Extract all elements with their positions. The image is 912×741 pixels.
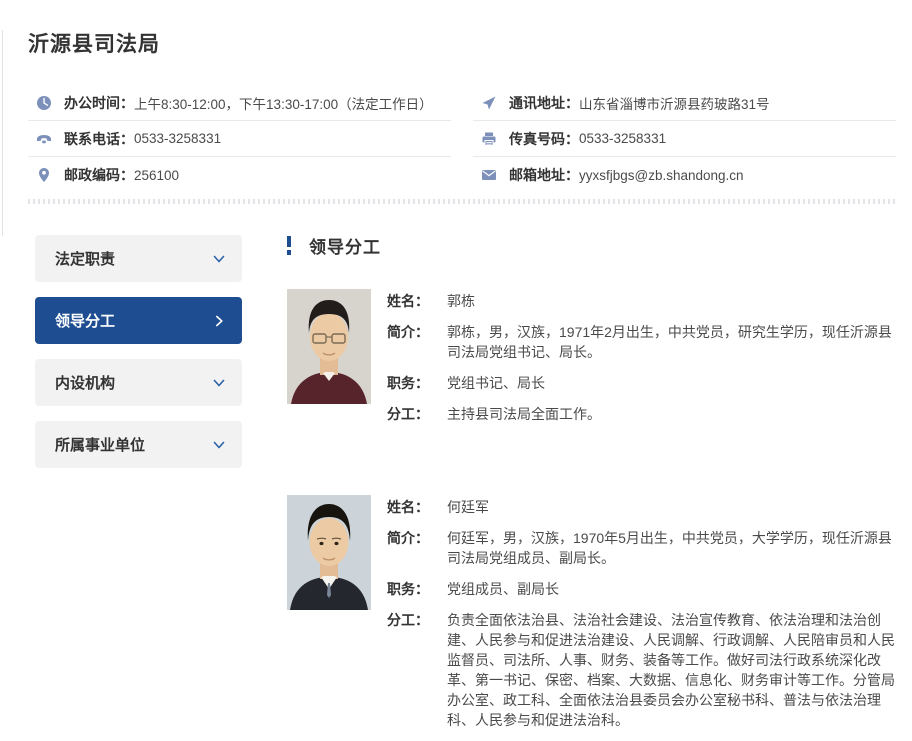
leader-card: 姓名： 郭栋 简介： 郭栋，男，汉族，1971年2月出生，中共党员，研究生学历，…: [287, 289, 896, 435]
leader-duty: 主持县司法局全面工作。: [447, 404, 601, 424]
page: 沂源县司法局 办公时间： 上午8:30-12:00，下午13:30-17:00（…: [0, 30, 912, 741]
contact-row-office-hours: 办公时间： 上午8:30-12:00，下午13:30-17:00（法定工作日）: [28, 85, 451, 121]
chevron-down-icon: [212, 376, 226, 390]
contact-label: 通讯地址：: [509, 93, 579, 113]
sidebar: 法定职责 领导分工 内设机构 所属事业单位: [35, 235, 242, 741]
fax-icon: [481, 131, 497, 147]
field-label-name: 姓名：: [387, 291, 447, 311]
phone-icon: [36, 131, 52, 147]
section-accent-bar: [287, 236, 291, 255]
contact-label: 邮政编码：: [64, 165, 134, 185]
sidebar-item-label: 内设机构: [55, 372, 115, 393]
field-label-bio: 简介：: [387, 322, 447, 362]
contact-value: 0533-3258331: [579, 131, 666, 146]
location-pin-icon: [36, 167, 52, 183]
clock-icon: [36, 95, 52, 111]
section-header: 领导分工: [287, 235, 896, 255]
page-left-border: [2, 30, 3, 236]
contact-value: yyxsfjbgs@zb.shandong.cn: [579, 168, 744, 183]
leader-fields: 姓名： 郭栋 简介： 郭栋，男，汉族，1971年2月出生，中共党员，研究生学历，…: [387, 289, 896, 435]
field-label-position: 职务：: [387, 373, 447, 393]
leader-duty: 负责全面依法治县、法治社会建设、法治宣传教育、依法治理和法治创建、人民参与和促进…: [447, 610, 896, 730]
leader-name: 何廷军: [447, 497, 489, 517]
section-title: 领导分工: [309, 233, 381, 258]
field-label-position: 职务：: [387, 579, 447, 599]
contact-value: 山东省淄博市沂源县药玻路31号: [579, 93, 770, 113]
dashed-divider: [28, 199, 896, 204]
leader-position: 党组成员、副局长: [447, 579, 559, 599]
contact-label: 办公时间：: [64, 93, 134, 113]
leader-name: 郭栋: [447, 291, 475, 311]
contact-value: 256100: [134, 168, 179, 183]
sidebar-item-affiliated-institutions[interactable]: 所属事业单位: [35, 421, 242, 468]
contact-label: 联系电话：: [64, 129, 134, 149]
field-label-duty: 分工：: [387, 404, 447, 424]
leader-bio: 郭栋，男，汉族，1971年2月出生，中共党员，研究生学历，现任沂源县司法局党组书…: [447, 322, 896, 362]
sidebar-item-internal-organs[interactable]: 内设机构: [35, 359, 242, 406]
contact-row-phone: 联系电话： 0533-3258331: [28, 121, 451, 157]
contact-label: 传真号码：: [509, 129, 579, 149]
contact-row-fax: 传真号码： 0533-3258331: [473, 121, 896, 157]
field-label-duty: 分工：: [387, 610, 447, 730]
sidebar-item-leadership-division[interactable]: 领导分工: [35, 297, 242, 344]
field-label-name: 姓名：: [387, 497, 447, 517]
contact-value: 0533-3258331: [134, 131, 221, 146]
sidebar-item-label: 法定职责: [55, 248, 115, 269]
main-content: 领导分工: [287, 235, 896, 741]
chevron-right-icon: [212, 314, 226, 328]
leader-fields: 姓名： 何廷军 简介： 何廷军，男，汉族，1970年5月出生，中共党员，大学学历…: [387, 495, 896, 741]
field-label-bio: 简介：: [387, 528, 447, 568]
leader-bio: 何廷军，男，汉族，1970年5月出生，中共党员，大学学历，现任沂源县司法局党组成…: [447, 528, 896, 568]
contact-info: 办公时间： 上午8:30-12:00，下午13:30-17:00（法定工作日） …: [28, 85, 896, 193]
navigation-icon: [481, 95, 497, 111]
chevron-down-icon: [212, 252, 226, 266]
sidebar-item-statutory-duties[interactable]: 法定职责: [35, 235, 242, 282]
chevron-down-icon: [212, 438, 226, 452]
leader-photo: [287, 495, 371, 610]
contact-row-email: 邮箱地址： yyxsfjbgs@zb.shandong.cn: [473, 157, 896, 193]
contact-row-postcode: 邮政编码： 256100: [28, 157, 451, 193]
page-title: 沂源县司法局: [28, 30, 896, 59]
leader-position: 党组书记、局长: [447, 373, 545, 393]
sidebar-item-label: 所属事业单位: [55, 434, 145, 455]
leader-card: 姓名： 何廷军 简介： 何廷军，男，汉族，1970年5月出生，中共党员，大学学历…: [287, 495, 896, 741]
mail-icon: [481, 167, 497, 183]
contact-row-address: 通讯地址： 山东省淄博市沂源县药玻路31号: [473, 85, 896, 121]
leader-photo: [287, 289, 371, 404]
contact-value: 上午8:30-12:00，下午13:30-17:00（法定工作日）: [134, 93, 433, 113]
contact-label: 邮箱地址：: [509, 165, 579, 185]
sidebar-item-label: 领导分工: [55, 310, 115, 331]
